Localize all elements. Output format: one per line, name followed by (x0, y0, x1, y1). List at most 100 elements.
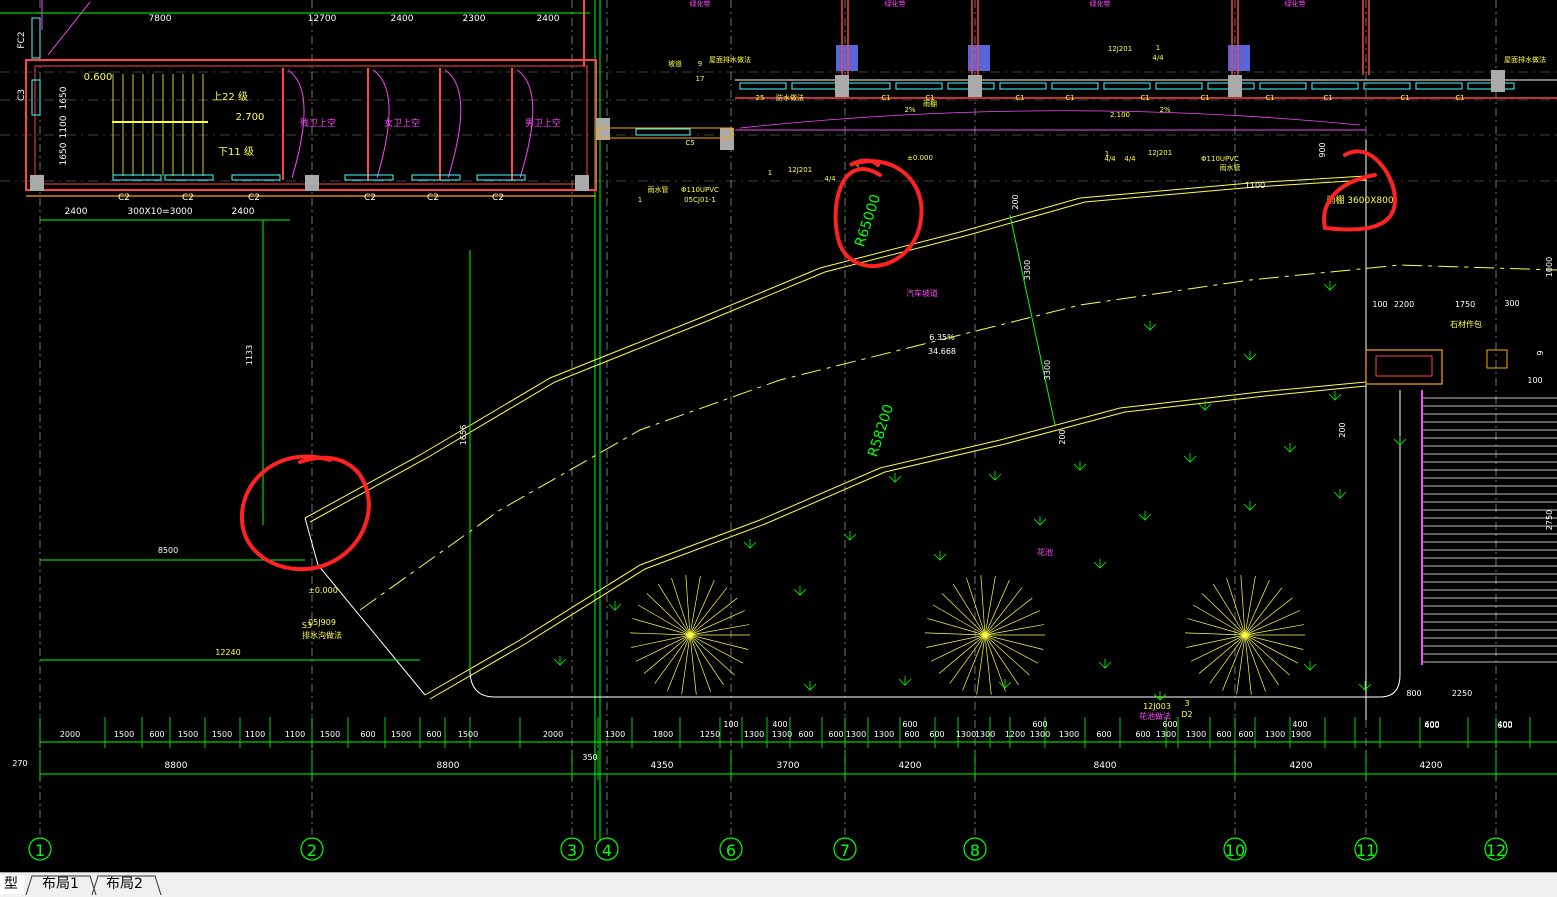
drawing-labels: 7800 12700 2400 2300 2400FC2C3 165011001650残卫… (12, 0, 1554, 771)
tree-ray (1244, 587, 1283, 636)
tree-ray (1244, 580, 1270, 636)
upper-label: C1 (1400, 94, 1409, 102)
right-label: 100 (1527, 376, 1542, 385)
plant-tuft (1033, 516, 1047, 526)
upper-label: Φ110UPVC (681, 186, 719, 194)
upper-label: 2.100 (1110, 111, 1130, 119)
tree-ray (976, 634, 986, 695)
ramp-label: 200 (1338, 422, 1347, 437)
bridge-window (635, 128, 691, 136)
plant-tuft (1358, 681, 1372, 691)
tree-ray (667, 634, 691, 691)
ramp-label: ±0.000 (308, 586, 338, 595)
tree-ray (630, 632, 691, 636)
tree-ray (689, 587, 728, 636)
layout-tab-bar: 型 布局1 布局2 (0, 872, 1557, 897)
window-label: C2 (248, 193, 260, 203)
corridor-column (1228, 75, 1242, 97)
small-box (1486, 349, 1508, 369)
right-label: 9 (1536, 350, 1545, 355)
upper-label: 12J201 (1148, 149, 1172, 157)
upper-label: C1 (1200, 94, 1209, 102)
upper-label: C1 (925, 94, 934, 102)
upper-label: C1 (1140, 94, 1149, 102)
dim-value: 2000 (543, 730, 563, 739)
upper-window (1155, 82, 1203, 90)
tree-ray (984, 597, 1033, 636)
upper-label: 1 (1105, 150, 1109, 158)
ramp-label: 1656 (459, 425, 468, 445)
upper-label: 1 (768, 169, 772, 177)
dim-value: 1300 (846, 730, 866, 739)
dim-value: 600 (929, 730, 944, 739)
red-markup-circles (239, 149, 1398, 572)
tree-ray (654, 634, 691, 684)
dim-total: 8800 (165, 761, 188, 771)
tree-ray (984, 587, 1023, 636)
dim-value: 1500 (458, 730, 478, 739)
plant-tuft (1328, 391, 1342, 401)
window (231, 174, 281, 181)
upper-label: 坡道 (668, 59, 682, 68)
axis-label: 6 (726, 841, 736, 860)
right-label: 1750 (1455, 300, 1475, 309)
tree-ray (1185, 632, 1246, 636)
ramp-label: S3 (302, 621, 312, 630)
dim-total: 4200 (899, 761, 922, 771)
plant-tuft (1183, 453, 1197, 463)
upper-window (1103, 82, 1151, 90)
axis-label: 2 (307, 841, 317, 860)
left-dim: 1650 (59, 86, 69, 109)
window-label: C2 (427, 193, 439, 203)
tree-ray (980, 575, 986, 636)
upper-window (895, 82, 943, 90)
column (575, 175, 589, 191)
ramp-edge-lower-inner (429, 385, 1367, 700)
dim-value: 600 (828, 730, 843, 739)
dim-value: 1300 (956, 730, 976, 739)
plant-tuft (1073, 461, 1087, 471)
axis-label: 8 (970, 841, 980, 860)
plant-tuft (843, 531, 857, 541)
right-label: 100 (1372, 300, 1387, 309)
axis-label: 10 (1225, 841, 1245, 860)
right-label: 800 (1406, 689, 1421, 698)
upper-label: 雨水管 (1220, 163, 1241, 172)
plant-tuft (1243, 501, 1257, 511)
floor-plan-drawing[interactable]: 1 2 3 4 6 7 8 10 11 12 7800 12700 2400 2300 2400FC2C3… (0, 0, 1557, 872)
tree-ray (1244, 610, 1300, 636)
dim-value: 1300 (1030, 730, 1050, 739)
dim-value: 600 (1135, 730, 1150, 739)
tree-ray (689, 580, 715, 636)
dim-total: 4200 (1290, 761, 1313, 771)
upper-window (1051, 82, 1099, 90)
dim-value: 1500 (320, 730, 340, 739)
upper-label: C1 (1265, 94, 1274, 102)
dim-total: 4350 (651, 761, 674, 771)
corridor-column (1491, 70, 1505, 92)
window (411, 174, 461, 181)
magenta-diag (47, 1, 91, 56)
axis-label: 4 (602, 841, 612, 860)
left-dim: FC2 (17, 31, 27, 48)
cad-drawing-canvas[interactable]: 1 2 3 4 6 7 8 10 11 12 7800 12700 2400 2300 2400 FC2 C3… (0, 0, 1557, 872)
tree-ray (984, 610, 1040, 636)
upper-label: C5 (685, 139, 694, 147)
upper-window (1363, 82, 1411, 90)
plant-tuft (888, 473, 902, 483)
dim-value: 1300 (975, 730, 995, 739)
upper-label: C1 (1323, 94, 1332, 102)
plant-tuft (743, 539, 757, 549)
plant-tuft (1098, 659, 1112, 669)
dim-value: 2000 (60, 730, 80, 739)
plant-tuft (793, 586, 807, 596)
dim-side: 270 (12, 759, 27, 768)
ramp-label: D2 (1181, 710, 1192, 719)
tree-ray (1236, 634, 1246, 695)
tree-ray (925, 632, 986, 636)
ramp-label: 3300 (1043, 360, 1052, 380)
axis-label: 12 (1486, 841, 1506, 860)
ramp-label: 05J909 (308, 618, 336, 627)
tree-ray (689, 575, 701, 636)
plant-tuft (988, 471, 1002, 481)
